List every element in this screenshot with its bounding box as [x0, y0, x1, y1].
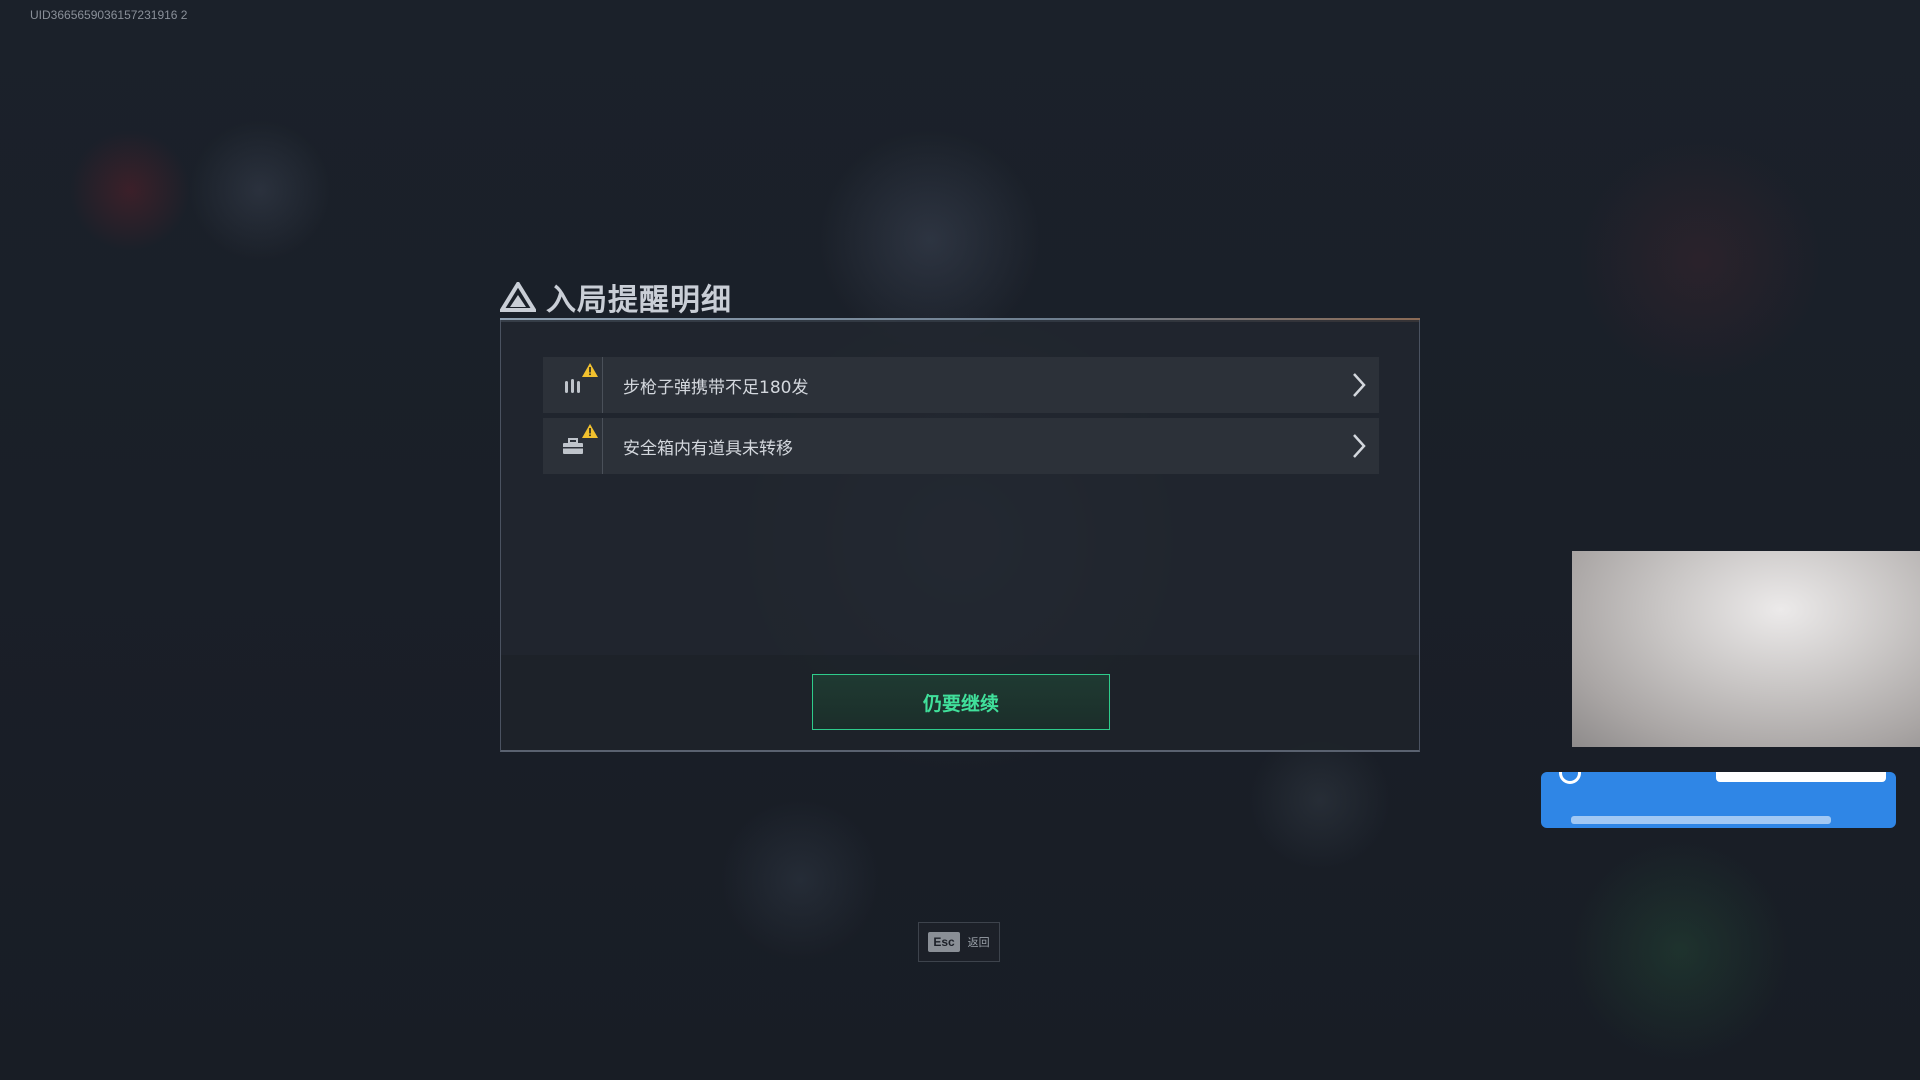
reminder-icon-box — [543, 418, 603, 474]
streamer-camera-overlay — [1572, 551, 1920, 747]
esc-back-button[interactable]: Esc 返回 — [918, 922, 1000, 962]
promo-circle-icon — [1559, 772, 1581, 784]
chevron-right-icon[interactable] — [1339, 418, 1379, 474]
chevron-right-icon[interactable] — [1339, 357, 1379, 413]
reminder-dialog: 步枪子弹携带不足180发 安全箱内有道具未转移 仍要继续 — [500, 320, 1420, 752]
uid-label: UID3665659036157231916 2 — [30, 8, 188, 22]
triangle-logo-icon — [500, 282, 536, 312]
ammo-icon — [564, 379, 580, 393]
esc-key-badge: Esc — [928, 932, 960, 952]
continue-anyway-button[interactable]: 仍要继续 — [812, 674, 1110, 730]
warning-icon — [582, 363, 598, 377]
dialog-title: 入局提醒明细 — [546, 283, 732, 318]
safebox-icon — [562, 438, 583, 454]
warning-icon — [582, 424, 598, 438]
reminder-text: 安全箱内有道具未转移 — [623, 438, 793, 459]
reminder-icon-box — [543, 357, 603, 413]
dialog-title-bar: 入局提醒明细 — [500, 275, 732, 319]
back-label: 返回 — [967, 936, 990, 949]
reminder-text: 步枪子弹携带不足180发 — [623, 377, 809, 398]
promo-highlight — [1716, 772, 1886, 782]
promo-banner — [1541, 772, 1896, 828]
promo-text-stub — [1571, 816, 1831, 824]
reminder-row-ammo[interactable]: 步枪子弹携带不足180发 — [543, 357, 1379, 413]
reminder-row-safebox[interactable]: 安全箱内有道具未转移 — [543, 418, 1379, 474]
